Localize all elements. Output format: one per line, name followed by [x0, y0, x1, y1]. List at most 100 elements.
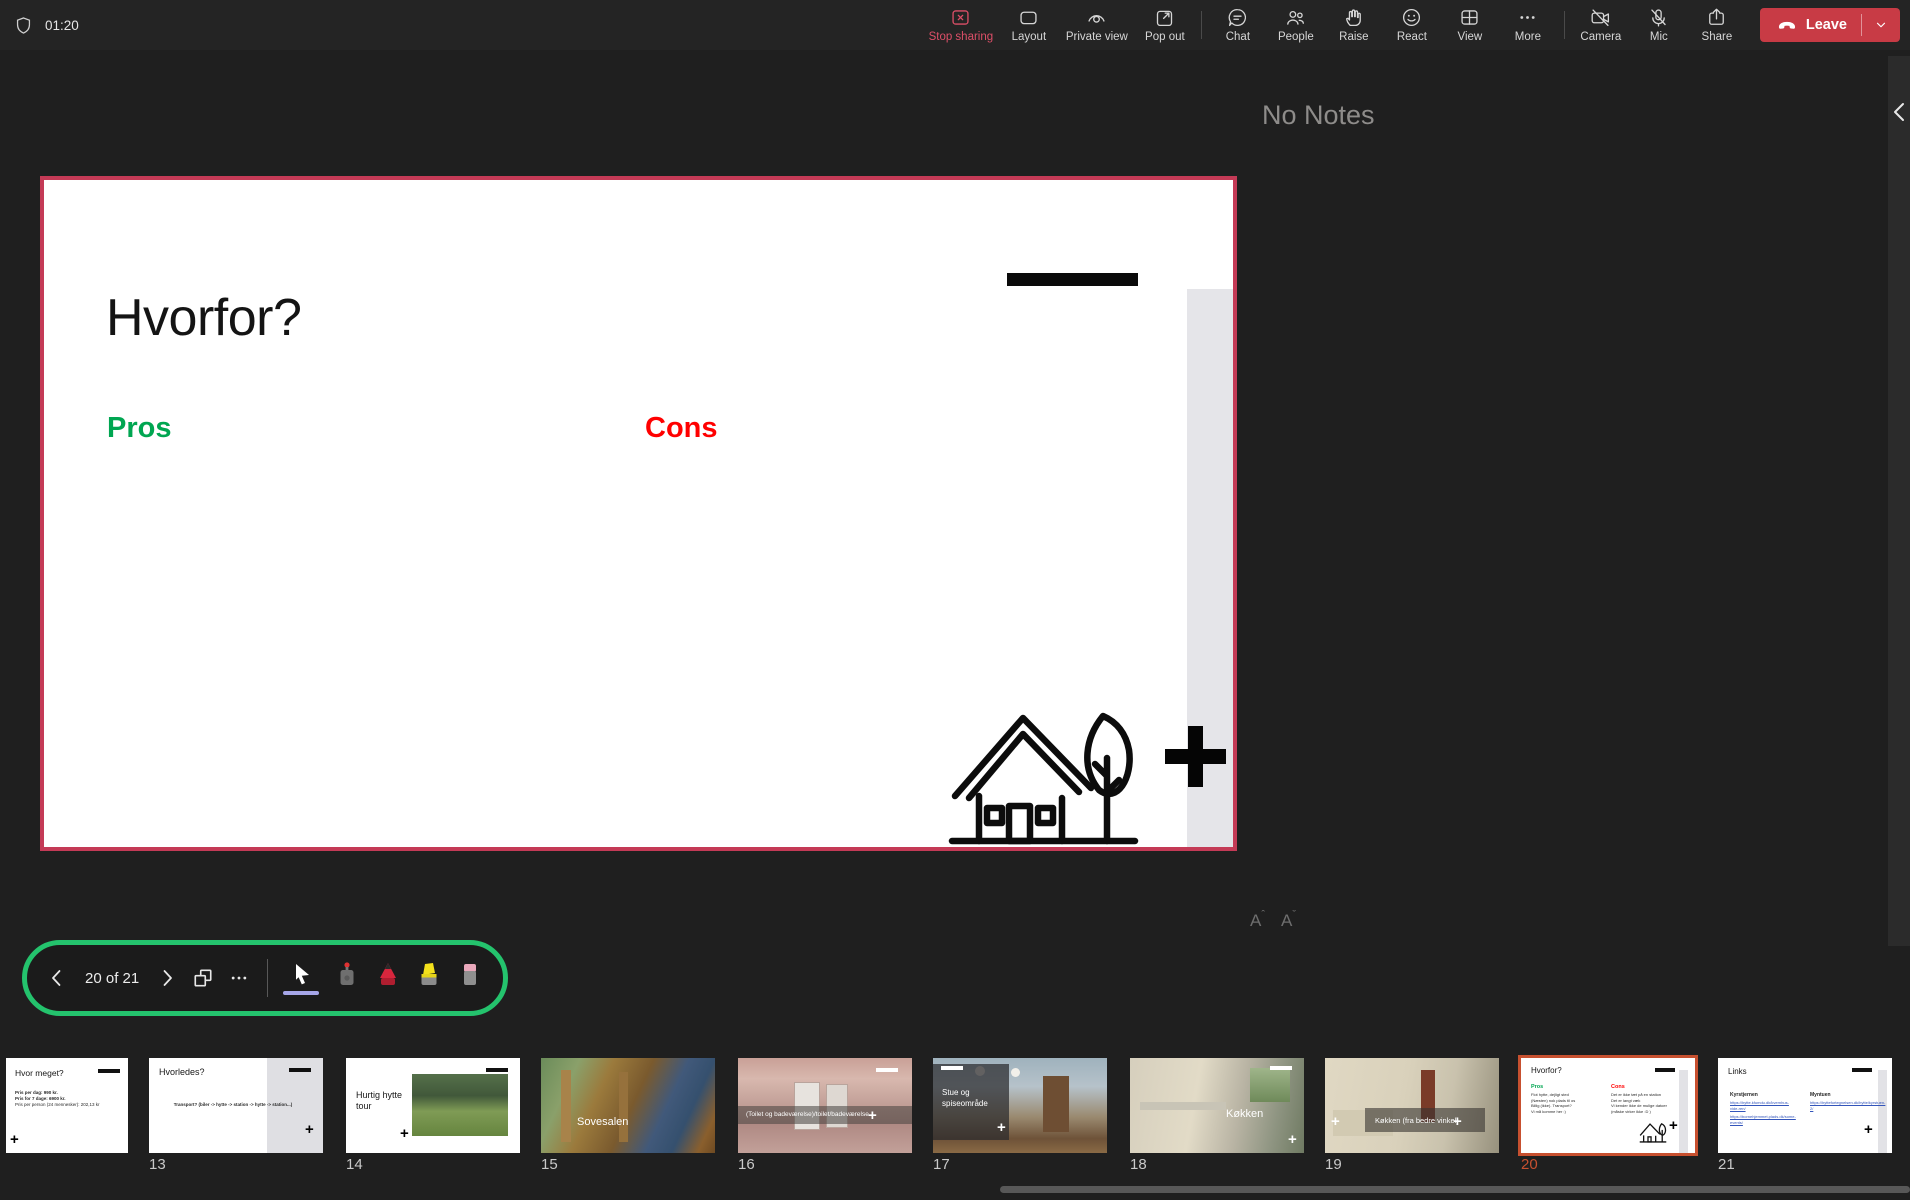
- slide-dash-decoration: [1007, 273, 1138, 286]
- mini-gray-strip: [1878, 1070, 1887, 1153]
- mini-dash: [98, 1069, 120, 1073]
- bunk-post: [561, 1070, 571, 1142]
- previous-slide-button[interactable]: [47, 968, 67, 988]
- layout-button[interactable]: Layout: [1000, 0, 1058, 50]
- notes-font-controls: Aˆ Aˇ: [1250, 909, 1296, 931]
- leave-button[interactable]: Leave: [1759, 8, 1900, 42]
- caption-band: Køkken (fra bedre vinkel): [1365, 1108, 1485, 1132]
- stop-sharing-icon: [952, 10, 969, 25]
- chevron-right-icon: [163, 970, 173, 986]
- private-view-icon: [1088, 15, 1105, 23]
- chevron-down-icon: [1876, 22, 1886, 28]
- layout-icon: [1020, 11, 1037, 25]
- more-button[interactable]: More: [1499, 0, 1557, 50]
- thumbnail-slide-20-current[interactable]: Hvorfor? Pros Flot hytte, dejligt sted (…: [1521, 1058, 1695, 1153]
- mini-dash: [486, 1068, 508, 1072]
- steel-counter: [1140, 1102, 1226, 1110]
- pop-out-button[interactable]: Pop out: [1136, 0, 1194, 50]
- leave-main[interactable]: Leave: [1760, 14, 1861, 36]
- yellow-highlighter-icon: [421, 963, 437, 985]
- plus-decoration: +: [1669, 1117, 1678, 1134]
- highlighter-tool[interactable]: [416, 961, 442, 995]
- font-decrease-button[interactable]: Aˇ: [1281, 909, 1296, 931]
- slide-grid-button[interactable]: [193, 968, 213, 988]
- stop-sharing-button[interactable]: Stop sharing: [922, 0, 1000, 50]
- thumbnail-slide-16[interactable]: (Toilet og badeværelse)/toilet/badeværel…: [738, 1058, 912, 1153]
- mini-gray-strip: [1679, 1070, 1688, 1153]
- font-increase-button[interactable]: Aˆ: [1250, 909, 1265, 931]
- share-button[interactable]: Share: [1688, 0, 1746, 50]
- plus-decoration: +: [997, 1119, 1006, 1136]
- presenter-divider: [267, 959, 268, 997]
- thumbnail-number: 13: [149, 1156, 166, 1173]
- bunk-post: [619, 1072, 628, 1142]
- thumbnail-number: 16: [738, 1156, 755, 1173]
- react-button[interactable]: React: [1383, 0, 1441, 50]
- mini-dash: [1655, 1068, 1675, 1072]
- filmstrip-scrollbar[interactable]: [1000, 1186, 1910, 1193]
- presenter-more-button[interactable]: [229, 968, 249, 988]
- plus-decoration: +: [1331, 1113, 1340, 1130]
- thumbnail-slide-14[interactable]: Hurtig hytte tour +: [346, 1058, 520, 1153]
- view-button[interactable]: View: [1441, 0, 1499, 50]
- collapsed-panel-strip: [1888, 56, 1910, 946]
- shared-slide: Hvorfor? Pros Cons: [40, 176, 1237, 851]
- meeting-toolbar: 01:20 Stop sharing Layout Private view P…: [0, 0, 1910, 50]
- mic-button[interactable]: Mic: [1630, 0, 1688, 50]
- private-view-button[interactable]: Private view: [1058, 0, 1136, 50]
- camera-button[interactable]: Camera: [1572, 0, 1630, 50]
- kitchen-photo-2: [1325, 1058, 1499, 1153]
- timer-text: 01:20: [45, 17, 79, 33]
- more-dots-icon: [231, 976, 247, 980]
- hangup-icon: [1778, 21, 1795, 29]
- toolbar-divider: [1200, 11, 1202, 39]
- slide-counter: 20 of 21: [85, 969, 140, 987]
- mini-dash: [876, 1068, 898, 1072]
- thumbnail-number: 17: [933, 1156, 950, 1173]
- cabin-photo: [412, 1074, 508, 1136]
- thumbnail-slide-19[interactable]: Køkken (fra bedre vinkel) + +: [1325, 1058, 1499, 1153]
- plus-decoration: +: [10, 1131, 19, 1148]
- cons-heading: Cons: [645, 412, 718, 444]
- plus-decoration: +: [1288, 1131, 1297, 1148]
- react-icon: [1403, 8, 1421, 27]
- eraser-icon: [464, 964, 476, 985]
- thumbnail-number-current: 20: [1521, 1156, 1538, 1173]
- thumbnail-slide-18[interactable]: Køkken +: [1130, 1058, 1304, 1153]
- toolbar-divider: [1563, 11, 1565, 39]
- thumbnail-number: 14: [346, 1156, 363, 1173]
- thumbnail-slide-21[interactable]: Links Kyrstjernen https://hytte.kfumdu.d…: [1718, 1058, 1892, 1153]
- view-icon: [1461, 10, 1478, 25]
- laser-pointer-icon: [340, 962, 354, 985]
- pen-tool[interactable]: [375, 961, 401, 995]
- thumbnail-slide-17[interactable]: Stue og spiseområde +: [933, 1058, 1107, 1153]
- leave-options-chevron[interactable]: [1862, 18, 1900, 32]
- house-tree-icon: [947, 698, 1140, 847]
- chat-button[interactable]: Chat: [1209, 0, 1267, 50]
- expand-panel-chevron-icon[interactable]: [1892, 102, 1906, 122]
- red-pen-icon: [380, 963, 396, 985]
- caption-band: (Toilet og badeværelse)/toilet/badeværel…: [738, 1106, 912, 1124]
- lamp: [1011, 1068, 1020, 1077]
- next-slide-button[interactable]: [157, 968, 177, 988]
- cursor-pointer-icon: [296, 964, 309, 985]
- mini-house-icon: [1639, 1123, 1667, 1143]
- laser-pointer-tool[interactable]: [334, 961, 360, 995]
- mini-dash: [941, 1066, 963, 1070]
- thumbnail-number: 21: [1718, 1156, 1735, 1173]
- plus-decoration: +: [400, 1125, 409, 1142]
- plus-decoration: +: [1864, 1121, 1873, 1138]
- people-button[interactable]: People: [1267, 0, 1325, 50]
- thumbnail-slide-12[interactable]: Hvor meget? Pris per dag: 990 kr. Pris f…: [6, 1058, 128, 1153]
- pointer-tool-selected[interactable]: [283, 961, 319, 995]
- thumbnail-slide-15[interactable]: Sovesalen: [541, 1058, 715, 1153]
- thumbnail-slide-13[interactable]: Hvorledes? Transport? (biler -> hytte ->…: [149, 1058, 323, 1153]
- plus-decoration: +: [868, 1107, 877, 1124]
- thumbnail-number: 15: [541, 1156, 558, 1173]
- camera-off-icon: [1591, 9, 1610, 27]
- more-icon: [1520, 16, 1535, 19]
- mini-dash: [289, 1068, 311, 1072]
- eraser-tool[interactable]: [457, 961, 483, 995]
- raise-hand-button[interactable]: Raise: [1325, 0, 1383, 50]
- plus-decoration: +: [1453, 1113, 1462, 1130]
